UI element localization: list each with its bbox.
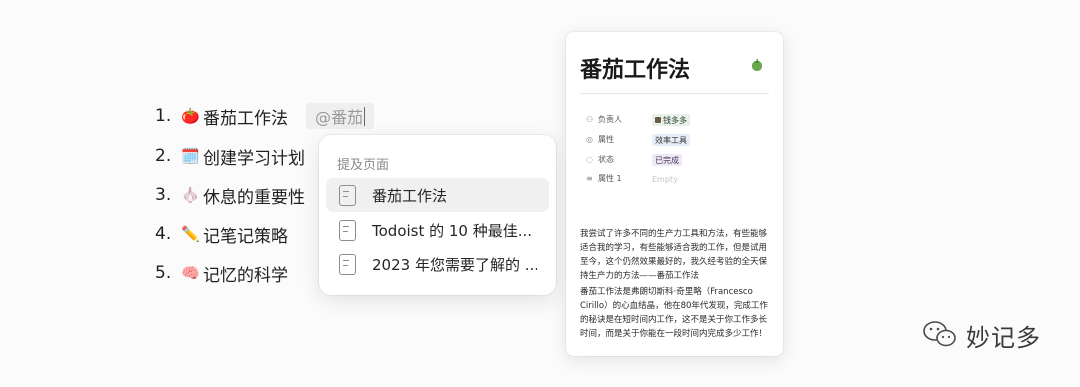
page-icon <box>339 253 356 275</box>
list-item-label: 休息的重要性 <box>203 187 305 208</box>
list-item[interactable]: 4. ✏️ 记笔记策略 <box>155 222 288 247</box>
property-label: 状态 <box>598 155 614 164</box>
card-divider <box>580 93 769 94</box>
dropdown-item[interactable]: Todoist 的 10 种最佳... <box>326 213 549 247</box>
text-icon: ≡ <box>586 174 593 183</box>
page-icon <box>339 219 356 241</box>
list-item[interactable]: 1. 🍅 番茄工作法 <box>155 104 288 129</box>
garlic-icon: 🧄 <box>181 186 200 204</box>
status-icon: ◌ <box>586 155 593 164</box>
property-row: ◎ 属性 <box>586 133 652 146</box>
list-item-label: 番茄工作法 <box>203 108 288 129</box>
brain-icon: 🧠 <box>181 264 200 282</box>
dropdown-item-label: 番茄工作法 <box>372 186 448 205</box>
mention-dropdown: 提及页面 番茄工作法 Todoist 的 10 种最佳... 2023 年您需要… <box>319 135 556 295</box>
dropdown-item[interactable]: 2023 年您需要了解的 ... <box>326 247 549 281</box>
tomato-icon[interactable] <box>750 57 764 76</box>
card-paragraph: 番茄工作法是弗朗切斯科·奇里略（Francesco Cirillo）的心血结晶，… <box>580 287 768 339</box>
list-item-label: 记笔记策略 <box>203 226 288 247</box>
list-number: 4. <box>155 224 172 244</box>
pencil-icon: ✏️ <box>181 225 200 243</box>
assignee-tag: 钱多多 <box>652 114 690 126</box>
dropdown-item-label: 2023 年您需要了解的 ... <box>372 255 537 274</box>
dropdown-item-label: Todoist 的 10 种最佳... <box>372 221 533 240</box>
watermark: 妙记多 <box>922 318 1041 353</box>
property-label: 负责人 <box>598 115 622 124</box>
people-icon: ⚇ <box>586 115 594 124</box>
list-item[interactable]: 2. 🗓️ 创建学习计划 <box>155 144 305 169</box>
mention-text: @番茄 <box>315 108 364 127</box>
card-title: 番茄工作法 <box>580 58 691 83</box>
watermark-text: 妙记多 <box>966 324 1041 352</box>
list-number: 5. <box>155 263 172 283</box>
status-tag: 已完成 <box>652 154 682 166</box>
dropdown-item[interactable]: 番茄工作法 <box>326 178 549 212</box>
property-value[interactable]: 钱多多 <box>652 114 690 126</box>
list-number: 2. <box>155 146 172 166</box>
property-label: 属性 <box>598 135 614 144</box>
wechat-icon <box>922 319 958 353</box>
tomato-icon: 🍅 <box>181 107 200 125</box>
list-item[interactable]: 3. 🧄 休息的重要性 <box>155 183 305 208</box>
property-value[interactable]: Empty <box>652 173 678 185</box>
category-tag: 效率工具 <box>652 134 690 146</box>
avatar <box>655 117 661 123</box>
property-value[interactable]: 效率工具 <box>652 134 690 146</box>
list-number: 1. <box>155 106 172 126</box>
list-item-label: 记忆的科学 <box>203 265 288 286</box>
list-item-label: 创建学习计划 <box>203 148 305 169</box>
page-preview-card[interactable]: 番茄工作法 ⚇ 负责人 钱多多 ◎ 属性 效率工具 ◌ 状态 已完成 ≡ 属性 … <box>566 32 783 356</box>
property-row: ≡ 属性 1 <box>586 172 652 185</box>
mention-input[interactable]: @番茄 <box>306 103 374 129</box>
list-number: 3. <box>155 185 172 205</box>
list-item[interactable]: 5. 🧠 记忆的科学 <box>155 261 288 286</box>
page-icon <box>339 184 356 206</box>
dropdown-heading: 提及页面 <box>337 158 390 173</box>
property-row: ◌ 状态 <box>586 153 652 166</box>
property-row: ⚇ 负责人 <box>586 113 652 126</box>
text-caret <box>364 106 366 126</box>
calendar-icon: 🗓️ <box>181 147 200 165</box>
check-circle-icon: ◎ <box>586 135 593 144</box>
property-value[interactable]: 已完成 <box>652 154 682 166</box>
card-paragraph: 我尝试了许多不同的生产力工具和方法，有些能够适合我的学习，有些能够适合我的工作，… <box>580 229 768 281</box>
property-label: 属性 1 <box>598 174 622 183</box>
